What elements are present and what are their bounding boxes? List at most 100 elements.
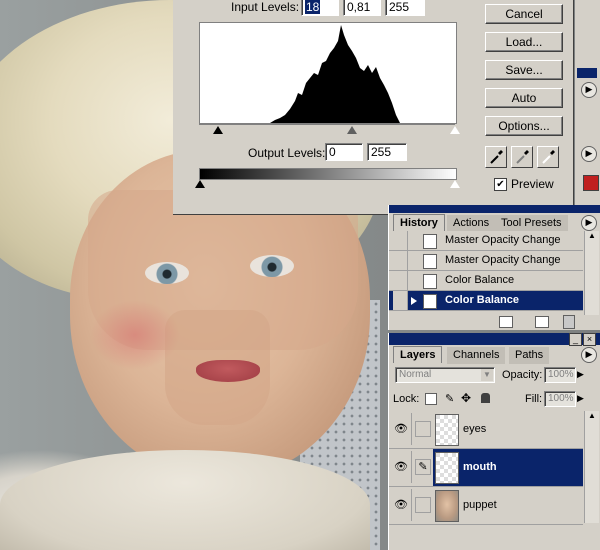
load-button[interactable]: Load... — [485, 32, 563, 52]
history-item[interactable]: Color Balance — [389, 271, 583, 291]
lock-position-icon[interactable]: ✥ — [461, 391, 471, 405]
palette-menu-icon[interactable]: ▶ — [581, 82, 597, 98]
history-state-icon — [423, 254, 437, 269]
new-document-from-state-icon[interactable] — [499, 316, 513, 328]
gray-eyedropper-icon[interactable] — [511, 146, 533, 168]
scroll-up-icon[interactable]: ▲ — [585, 231, 599, 240]
layer-row-puppet[interactable]: 👁 puppet — [389, 487, 583, 525]
link-box[interactable] — [415, 421, 431, 437]
current-state-arrow-icon — [411, 297, 417, 305]
output-gradient — [199, 168, 457, 180]
history-item-label: Color Balance — [445, 274, 515, 286]
auto-button[interactable]: Auto — [485, 88, 563, 108]
history-item-label: Color Balance — [445, 294, 519, 306]
input-gamma-slider[interactable] — [347, 126, 357, 134]
history-item-label: Master Opacity Change — [445, 234, 561, 246]
output-black-field[interactable]: 0 — [325, 143, 363, 161]
visibility-eye-icon[interactable]: 👁 — [391, 451, 412, 483]
link-box[interactable] — [415, 497, 431, 513]
input-black-field[interactable]: 18 — [301, 0, 339, 16]
tab-actions[interactable]: Actions — [447, 215, 496, 232]
layer-row-eyes[interactable]: 👁 eyes — [389, 411, 583, 449]
cheek-blush — [90, 300, 180, 370]
output-black-slider[interactable] — [195, 180, 205, 188]
brush-icon[interactable]: ✎ — [415, 459, 431, 475]
history-source-box[interactable] — [393, 231, 408, 250]
palette-titlebar — [577, 68, 597, 78]
lock-all-icon[interactable] — [481, 393, 490, 403]
trash-icon[interactable] — [563, 315, 575, 329]
layer-thumbnail — [435, 490, 459, 522]
visibility-eye-icon[interactable]: 👁 — [391, 413, 412, 445]
output-white-field[interactable]: 255 — [367, 143, 407, 161]
close-icon[interactable]: × — [583, 333, 596, 346]
palette-menu-icon-2[interactable]: ▶ — [581, 146, 597, 162]
lock-transparency-icon[interactable] — [425, 393, 437, 405]
layer-name: puppet — [463, 499, 497, 511]
history-source-box[interactable] — [393, 251, 408, 270]
layer-row-mouth[interactable]: 👁 ✎ mouth — [389, 449, 583, 487]
layer-name: eyes — [463, 423, 487, 435]
input-black-slider[interactable] — [213, 126, 223, 134]
doll-shirt — [0, 450, 370, 550]
history-list: Master Opacity Change Master Opacity Cha… — [389, 231, 583, 315]
right-eye — [250, 255, 294, 277]
save-button[interactable]: Save... — [485, 60, 563, 80]
history-palette: History Actions Tool Presets ▶ Master Op… — [388, 205, 600, 330]
tab-tool-presets[interactable]: Tool Presets — [495, 215, 568, 232]
options-button[interactable]: Options... — [485, 116, 563, 136]
output-levels-label: Output Levels: — [248, 146, 326, 160]
fill-arrow-icon[interactable]: ▶ — [577, 393, 587, 405]
left-eye — [145, 262, 189, 284]
input-levels-label: Input Levels: — [231, 0, 300, 14]
color-palette-strip: ▶ ▶ — [575, 0, 600, 214]
layers-palette: _ × Layers Channels Paths ▶ Normal ▼ Opa… — [388, 333, 600, 550]
opacity-arrow-icon[interactable]: ▶ — [577, 369, 587, 381]
input-gamma-field[interactable]: 0,81 — [343, 0, 381, 16]
layers-menu-icon[interactable]: ▶ — [581, 347, 597, 363]
layer-thumbnail — [435, 452, 459, 484]
output-white-slider[interactable] — [450, 180, 460, 188]
lock-image-icon[interactable]: ✎ — [445, 392, 454, 405]
input-white-slider[interactable] — [450, 126, 460, 134]
fill-label: Fill: — [525, 393, 543, 405]
layer-name: mouth — [463, 461, 497, 473]
scroll-up-icon[interactable]: ▲ — [585, 411, 599, 420]
cancel-button[interactable]: Cancel — [485, 4, 563, 24]
visibility-eye-icon[interactable]: 👁 — [391, 489, 412, 521]
new-snapshot-icon[interactable] — [535, 316, 549, 328]
lock-label: Lock: — [393, 393, 420, 405]
fill-field[interactable]: 100% — [544, 391, 576, 407]
layers-scrollbar[interactable]: ▲ — [584, 411, 599, 523]
levels-dialog: Input Levels: 18 0,81 255 Output Levels:… — [173, 0, 574, 215]
history-source-box[interactable] — [393, 271, 408, 290]
history-menu-icon[interactable]: ▶ — [581, 215, 597, 231]
tab-layers[interactable]: Layers — [393, 346, 443, 363]
color-swatch[interactable] — [583, 175, 599, 191]
history-state-icon — [423, 234, 437, 249]
tab-paths[interactable]: Paths — [509, 347, 550, 364]
history-item-label: Master Opacity Change — [445, 254, 561, 266]
tab-history[interactable]: History — [393, 214, 445, 231]
input-slider-track — [199, 124, 455, 125]
history-item-selected[interactable]: Color Balance — [389, 291, 583, 311]
layer-thumbnail — [435, 414, 459, 446]
layers-list: 👁 eyes 👁 ✎ mouth 👁 puppet — [389, 411, 583, 525]
preview-checkbox[interactable]: ✔ — [494, 178, 507, 191]
history-item[interactable]: Master Opacity Change — [389, 231, 583, 251]
history-scrollbar[interactable]: ▲ — [584, 231, 599, 315]
minimize-icon[interactable]: _ — [569, 333, 582, 346]
blend-mode-select[interactable]: Normal ▼ — [395, 367, 495, 383]
opacity-field[interactable]: 100% — [544, 367, 576, 383]
history-titlebar — [389, 205, 600, 213]
input-white-field[interactable]: 255 — [385, 0, 425, 16]
tab-channels[interactable]: Channels — [447, 347, 506, 364]
history-item[interactable]: Master Opacity Change — [389, 251, 583, 271]
white-eyedropper-icon[interactable] — [537, 146, 559, 168]
history-source-box[interactable] — [393, 291, 408, 310]
history-state-icon — [423, 294, 437, 309]
opacity-label: Opacity: — [502, 369, 543, 381]
chevron-down-icon[interactable]: ▼ — [481, 369, 493, 381]
black-eyedropper-icon[interactable] — [485, 146, 507, 168]
blend-mode-value: Normal — [399, 369, 432, 380]
